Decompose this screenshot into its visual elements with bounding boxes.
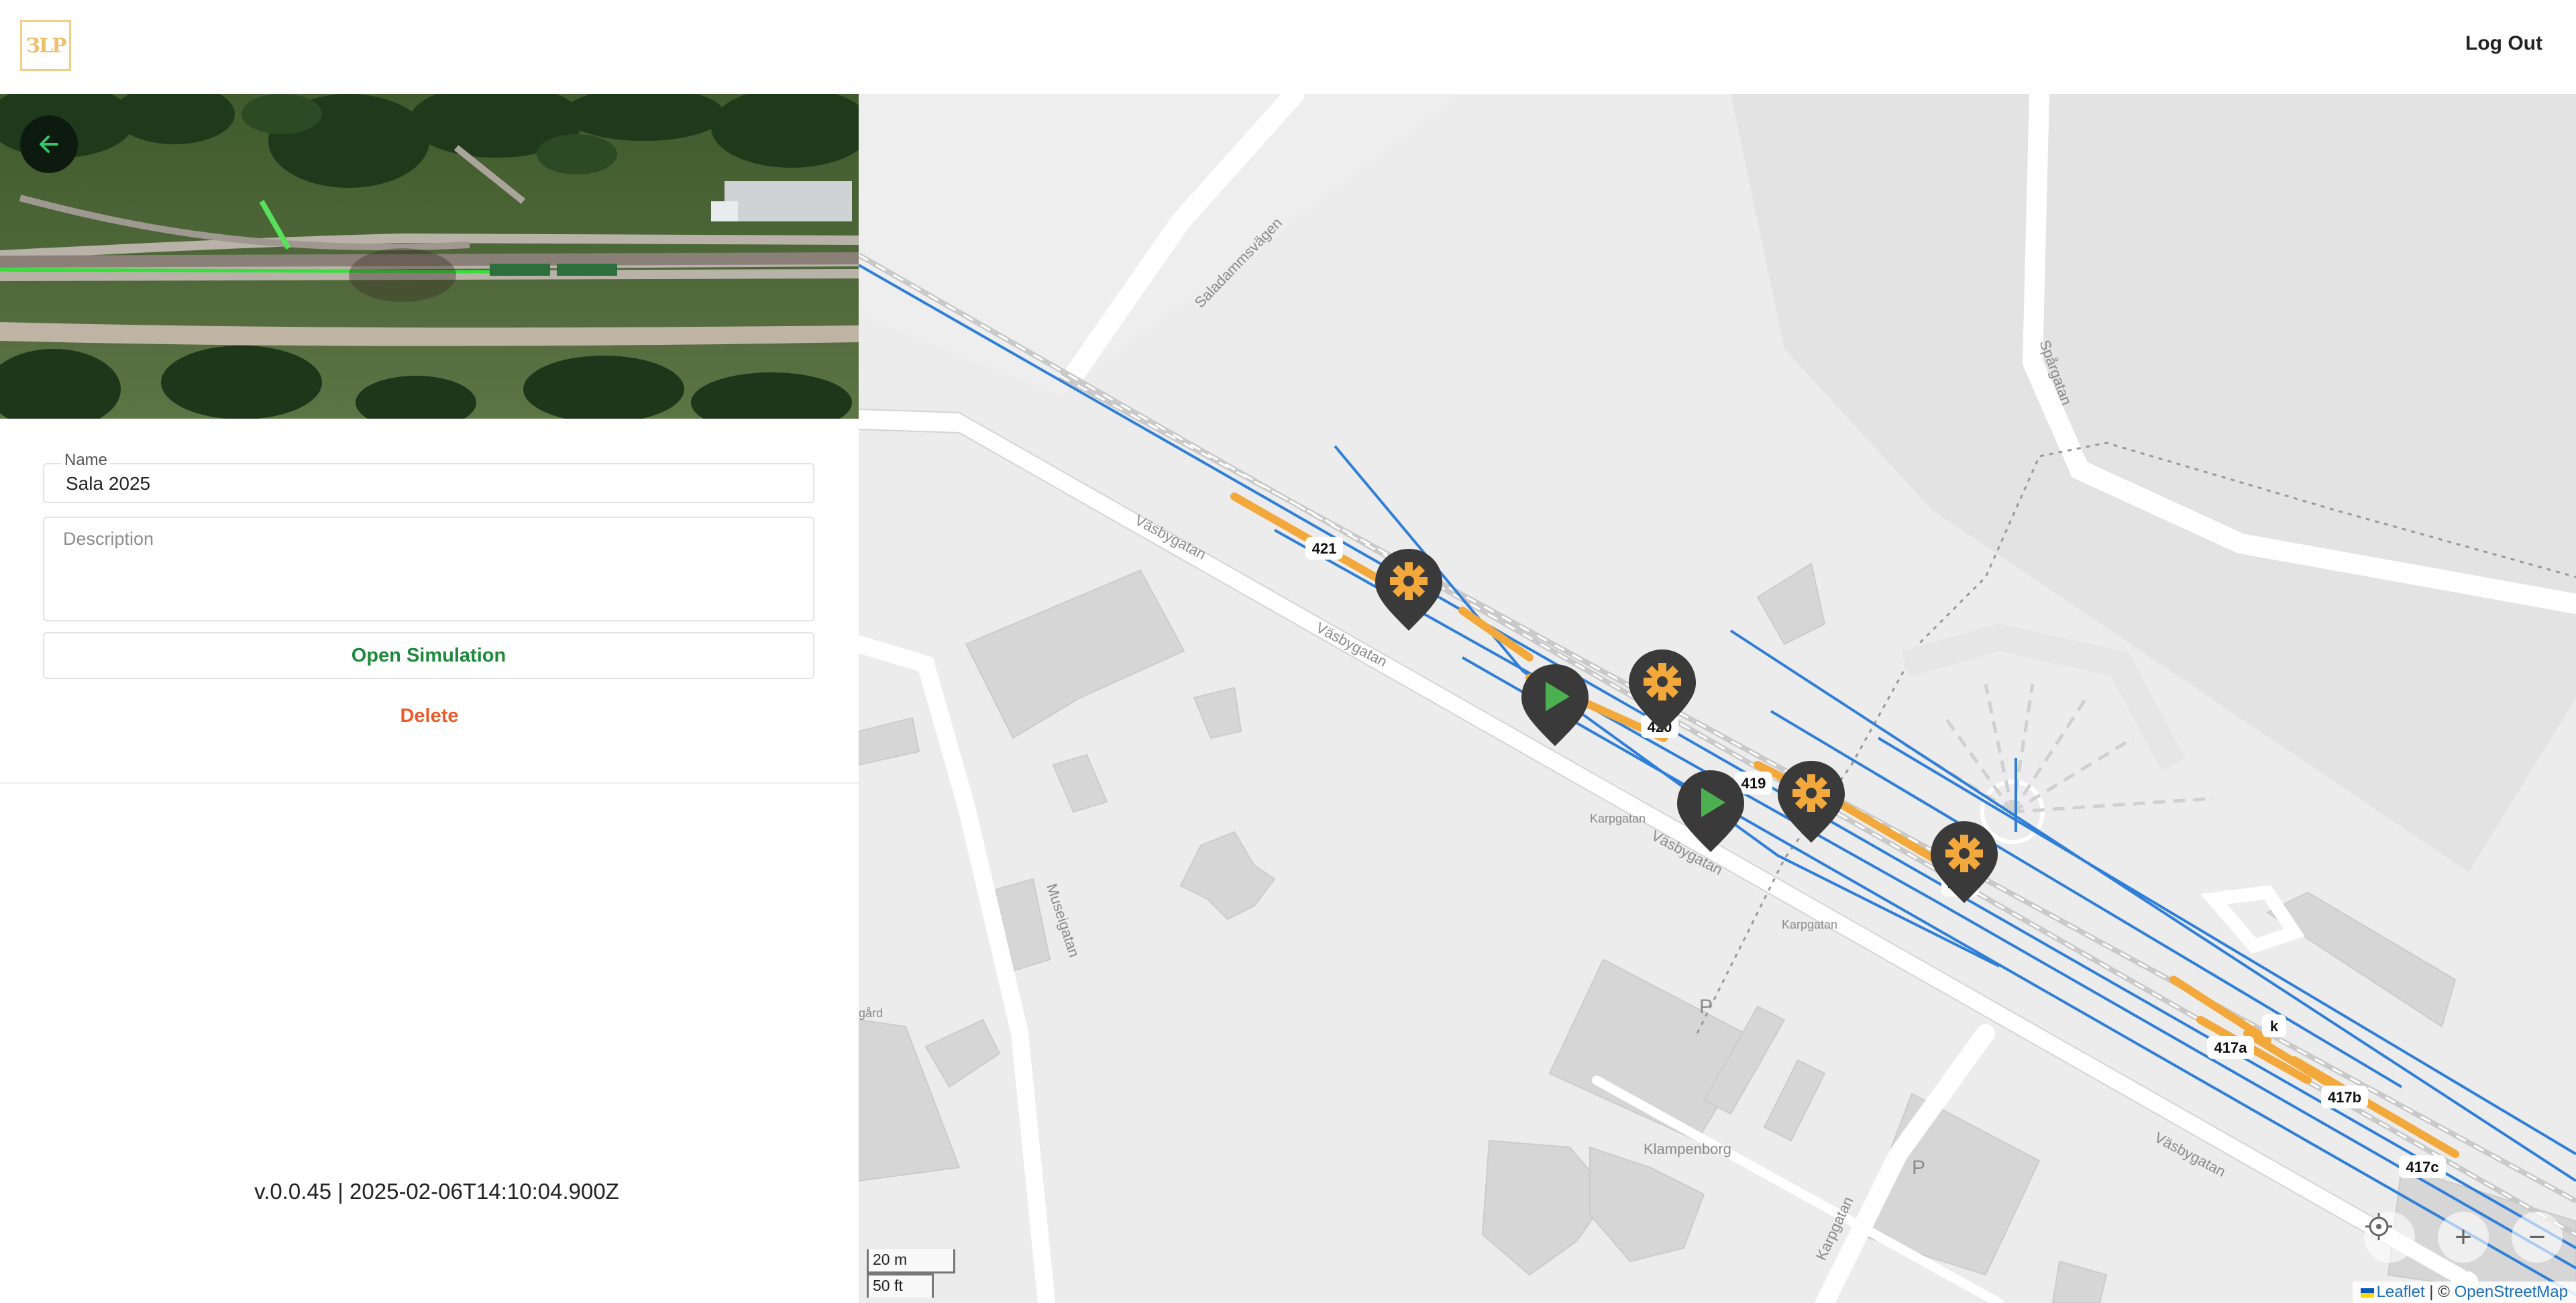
street-label: Klampenborg: [1644, 1141, 1731, 1157]
track-label: 417c: [2406, 1159, 2439, 1176]
arrow-left-icon: [40, 136, 58, 153]
gear-icon: [1644, 663, 1681, 700]
description-input[interactable]: [62, 527, 796, 611]
track-label: 419: [1741, 775, 1766, 792]
app-header: ЗLP Log Out: [0, 0, 2576, 94]
gear-icon: [1945, 835, 1983, 872]
gear-icon: [1792, 774, 1830, 812]
delete-button[interactable]: Delete: [362, 699, 496, 733]
detail-panel: Name Open Simulation Delete: [0, 94, 859, 1303]
gear-icon: [1390, 562, 1428, 600]
version-label: v.0.0.45 | 2025-02-06T14:10:04.900Z: [254, 1179, 619, 1204]
street-label: gård: [859, 1006, 883, 1020]
street-label: P: [1912, 1157, 1925, 1179]
zoom-in-button[interactable]: +: [2438, 1212, 2489, 1263]
leaflet-link[interactable]: Leaflet: [2377, 1283, 2425, 1301]
zoom-out-button[interactable]: −: [2512, 1212, 2563, 1263]
street-label: P: [1699, 996, 1713, 1018]
scale-imperial: 50 ft: [867, 1273, 934, 1298]
track-label: k: [2270, 1018, 2279, 1035]
street-label: Karpgatan: [1782, 918, 1837, 931]
attribution-separator: | ©: [2424, 1283, 2455, 1301]
ukraine-flag-icon: [2360, 1288, 2374, 1298]
app-logo[interactable]: ЗLP: [20, 20, 71, 71]
map-canvas[interactable]: Saladammsvägen Spårgatan Väsbygatan Väsb…: [859, 94, 2576, 1303]
logo-text: ЗLP: [25, 34, 66, 58]
scale-metric: 20 m: [867, 1249, 955, 1273]
plus-icon: +: [2455, 1220, 2472, 1253]
panel-divider: [0, 782, 859, 784]
locate-button[interactable]: [2364, 1212, 2415, 1263]
back-button[interactable]: [20, 115, 78, 173]
track-label: 421: [1312, 540, 1337, 557]
map-view[interactable]: Saladammsvägen Spårgatan Väsbygatan Väsb…: [859, 94, 2576, 1303]
aerial-thumbnail: [0, 94, 859, 419]
scale-control: 20 m 50 ft: [867, 1249, 955, 1298]
street-label: Karpgatan: [1590, 812, 1646, 825]
open-simulation-button[interactable]: Open Simulation: [43, 632, 814, 679]
osm-link[interactable]: OpenStreetMap: [2455, 1283, 2568, 1301]
name-field[interactable]: Name: [43, 451, 814, 503]
name-field-label: Name: [62, 451, 111, 470]
track-label: 417a: [2214, 1039, 2248, 1056]
name-input[interactable]: [64, 471, 798, 497]
track-label: 417b: [2328, 1089, 2361, 1106]
crosshair-icon: [2365, 1213, 2392, 1240]
map-attribution: Leaflet | © OpenStreetMap: [2352, 1282, 2576, 1303]
minus-icon: −: [2528, 1220, 2546, 1253]
description-field[interactable]: [43, 517, 814, 621]
logout-button[interactable]: Log Out: [2465, 32, 2542, 55]
